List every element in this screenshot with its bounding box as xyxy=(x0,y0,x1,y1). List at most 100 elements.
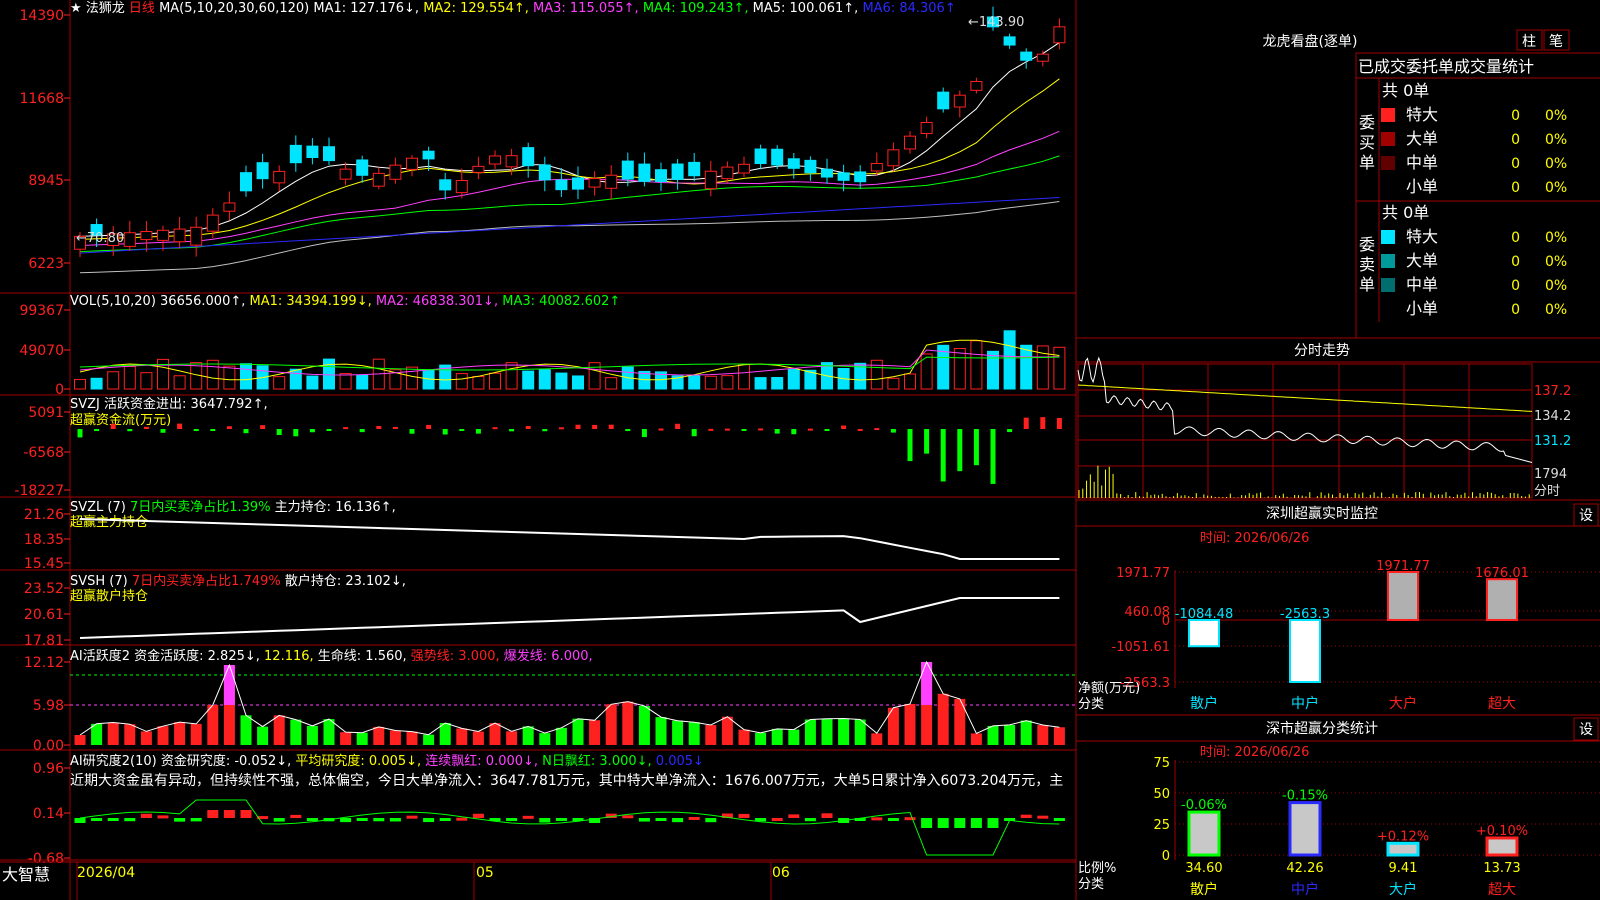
realtime-category-label: 分类 xyxy=(1078,697,1104,712)
sell-row-pct: 0% xyxy=(1545,230,1567,246)
fund-flow-bar xyxy=(94,429,100,432)
fund-flow-bar xyxy=(276,429,282,436)
volume-bar xyxy=(1020,344,1033,390)
svzj-header: SVZJ 活跃资金进出: 3647.792↑, xyxy=(70,396,268,412)
activity-bar xyxy=(970,733,982,745)
research-bar xyxy=(1053,818,1065,821)
candlestick xyxy=(588,178,601,188)
activity-bar xyxy=(124,724,136,745)
research-bar xyxy=(821,813,833,818)
buy-row-name: 特大 xyxy=(1406,105,1438,124)
svzl-y-tick: 18.35 xyxy=(24,532,64,548)
buy-row-name: 中单 xyxy=(1406,153,1438,172)
volume-bar xyxy=(306,375,319,390)
sell-row-name: 小单 xyxy=(1406,299,1438,318)
ai-activity-header-item: 强势线: 3.000, xyxy=(407,648,500,664)
classification-category: 超大 xyxy=(1488,882,1516,898)
research-bar xyxy=(207,810,219,818)
fund-flow-bar xyxy=(260,425,266,429)
classification-value-label: 34.60 xyxy=(1185,861,1222,876)
activity-bar xyxy=(306,725,318,745)
research-bar xyxy=(655,818,667,821)
buy-row-qty: 0 xyxy=(1511,156,1520,172)
candlestick xyxy=(821,168,833,178)
classification-value-label: 13.73 xyxy=(1483,861,1520,876)
activity-bar xyxy=(987,725,999,745)
activity-bar xyxy=(788,729,800,745)
fund-flow-bar xyxy=(691,429,697,437)
fund-flow-bar xyxy=(774,429,780,434)
svzl-header-item: 7日内买卖净占比1.39% xyxy=(126,499,271,515)
svzl-y-tick: 15.45 xyxy=(24,556,64,572)
activity-bar xyxy=(655,717,667,745)
svsh-header: SVSH (7) 7日内买卖净占比1.749% 散户持仓: 23.102↓, xyxy=(70,573,406,589)
fund-flow-bar xyxy=(509,429,515,432)
fund-flow-bar xyxy=(492,427,498,430)
activity-bar xyxy=(340,732,352,745)
volume-bar xyxy=(107,371,120,390)
research-bar xyxy=(306,818,318,821)
low-price-label: ←70.80 xyxy=(76,231,124,246)
intraday-title: 分时走势 xyxy=(1294,343,1350,359)
research-bar xyxy=(622,815,634,819)
volume-header-item: MA3: 40082.602↑ xyxy=(498,294,620,309)
research-bar xyxy=(439,818,451,821)
realtime-y-tick: 0 xyxy=(1162,614,1170,629)
candlestick xyxy=(223,202,236,212)
price-header-item: MA1: 127.176↓, xyxy=(309,1,419,16)
classification-category: 大户 xyxy=(1389,881,1417,898)
research-bar xyxy=(91,818,103,821)
realtime-bar xyxy=(1188,619,1220,648)
buy-row-name: 大单 xyxy=(1406,129,1438,148)
research-bar xyxy=(937,818,949,828)
research-bar xyxy=(705,818,717,823)
candlestick xyxy=(173,228,186,243)
svzl-y-tick: 21.26 xyxy=(24,507,64,523)
realtime-bar-label: 1971.77 xyxy=(1376,559,1430,574)
candlestick xyxy=(937,91,950,110)
activity-bar xyxy=(771,728,783,745)
fund-flow-bar xyxy=(758,428,764,431)
svzj-y-tick: -18227 xyxy=(14,483,64,499)
ai-activity-y-tick: 12.12 xyxy=(24,655,64,671)
svsh-y-tick: 23.52 xyxy=(24,581,64,597)
price-y-tick: 14390 xyxy=(19,8,64,24)
volume-bar xyxy=(289,368,302,390)
candlestick xyxy=(688,161,701,177)
candlestick xyxy=(621,160,634,180)
candlestick xyxy=(389,164,402,180)
research-bar xyxy=(273,818,285,822)
activity-bar xyxy=(423,734,435,745)
svsh-header-item: 散户持仓: 23.102↓, xyxy=(281,573,406,589)
x-axis-label: 2026/04 xyxy=(77,865,135,881)
sell-side-label: 卖 xyxy=(1359,255,1375,274)
volume-bar xyxy=(223,365,236,390)
fund-flow-bar xyxy=(641,429,647,438)
research-bar xyxy=(539,818,551,823)
candlestick xyxy=(771,148,784,166)
ai-research-header-item: 平均研究度: 0.005↓, xyxy=(291,753,421,769)
candlestick xyxy=(721,166,734,180)
intraday-y-tick: 137.2 xyxy=(1534,384,1571,399)
fund-flow-bar xyxy=(990,429,996,484)
classification-change-label: -0.15% xyxy=(1282,789,1328,804)
price-header-item: MA(5,10,20,30,60,120) xyxy=(155,1,309,16)
volume-header-item: MA1: 34394.199↓, xyxy=(245,294,371,309)
ai-research-header: AI研究度2(10) 资金研究度: -0.052↓, 平均研究度: 0.005↓… xyxy=(70,753,704,769)
intraday-y-tick: 134.2 xyxy=(1534,409,1571,424)
volume-bar xyxy=(240,363,252,390)
candlestick xyxy=(920,121,933,134)
activity-bar xyxy=(755,732,767,745)
activity-bar xyxy=(290,719,302,745)
classification-y-tick: 50 xyxy=(1153,787,1170,802)
classification-value-label: 9.41 xyxy=(1389,861,1418,876)
fund-flow-bar xyxy=(542,429,548,432)
fund-flow-bar xyxy=(426,424,432,429)
ai-research-header-item: 0.005↓ xyxy=(652,754,704,769)
volume-bar xyxy=(140,372,153,390)
svsh-header-item: 7日内买卖净占比1.749% xyxy=(128,573,281,589)
fund-flow-bar xyxy=(1056,417,1062,429)
candlestick xyxy=(555,179,568,191)
realtime-bar-label: -1084.48 xyxy=(1175,607,1233,622)
volume-bar xyxy=(157,358,169,390)
